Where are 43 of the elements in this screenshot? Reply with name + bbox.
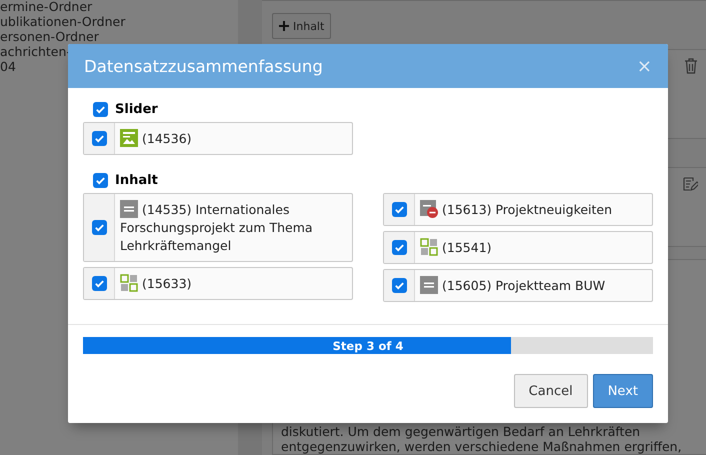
check-icon <box>94 133 104 144</box>
checkbox[interactable] <box>392 240 406 255</box>
tree-item[interactable]: ermine-Ordner <box>0 0 238 14</box>
check-icon <box>95 104 106 115</box>
check-icon <box>394 204 404 215</box>
check-icon <box>394 242 404 253</box>
record-label: (15541) <box>415 232 652 263</box>
tree-item[interactable]: ersonen-Ordner <box>0 30 238 44</box>
add-content-button[interactable]: Inhalt <box>272 13 332 39</box>
grid-icon <box>120 274 138 292</box>
body-text: entgegenzuwirken, werden verschiedene Maßnahmen ergriffen, <box>281 439 683 454</box>
text-icon <box>120 200 138 218</box>
group-title: Inhalt <box>115 173 158 188</box>
checkbox[interactable] <box>392 278 406 293</box>
dialog-title: Datensatzzusammenfassung <box>84 56 323 76</box>
progress-label: Step 3 of 4 <box>332 338 404 352</box>
check-icon <box>94 278 104 289</box>
edit-icon[interactable] <box>682 176 698 192</box>
record-label: (15613) Projektneuigkeiten <box>415 194 652 225</box>
cancel-button[interactable]: Cancel <box>514 374 588 408</box>
grid-icon <box>420 238 438 256</box>
image-icon <box>120 129 138 147</box>
record-label: (14535) Internationales Forschungsprojekt zum Thema Lehrkräftemangel <box>119 199 314 255</box>
checkbox[interactable] <box>92 276 106 291</box>
plus-icon <box>279 21 289 31</box>
next-button[interactable]: Next <box>592 374 653 408</box>
record-label: (15633) <box>115 268 352 299</box>
group-title: Slider <box>115 102 158 117</box>
body-text: diskutiert. Um dem gegenwärtigen Bedarf an Lehrkräften <box>281 424 642 439</box>
checkbox[interactable] <box>392 202 406 217</box>
checkbox[interactable] <box>93 102 108 117</box>
trash-icon[interactable] <box>684 58 698 74</box>
checkbox[interactable] <box>93 173 108 188</box>
check-icon <box>95 175 106 186</box>
check-icon <box>94 222 104 233</box>
check-icon <box>394 280 404 291</box>
checkbox[interactable] <box>92 131 106 146</box>
text-icon <box>420 276 438 294</box>
hidden-text-icon <box>420 200 438 218</box>
record-label: (14536) <box>115 123 352 154</box>
tree-item[interactable]: ublikationen-Ordner <box>0 15 238 29</box>
record-label: (15605) Projektteam BUW <box>415 270 652 301</box>
checkbox[interactable] <box>92 220 106 235</box>
